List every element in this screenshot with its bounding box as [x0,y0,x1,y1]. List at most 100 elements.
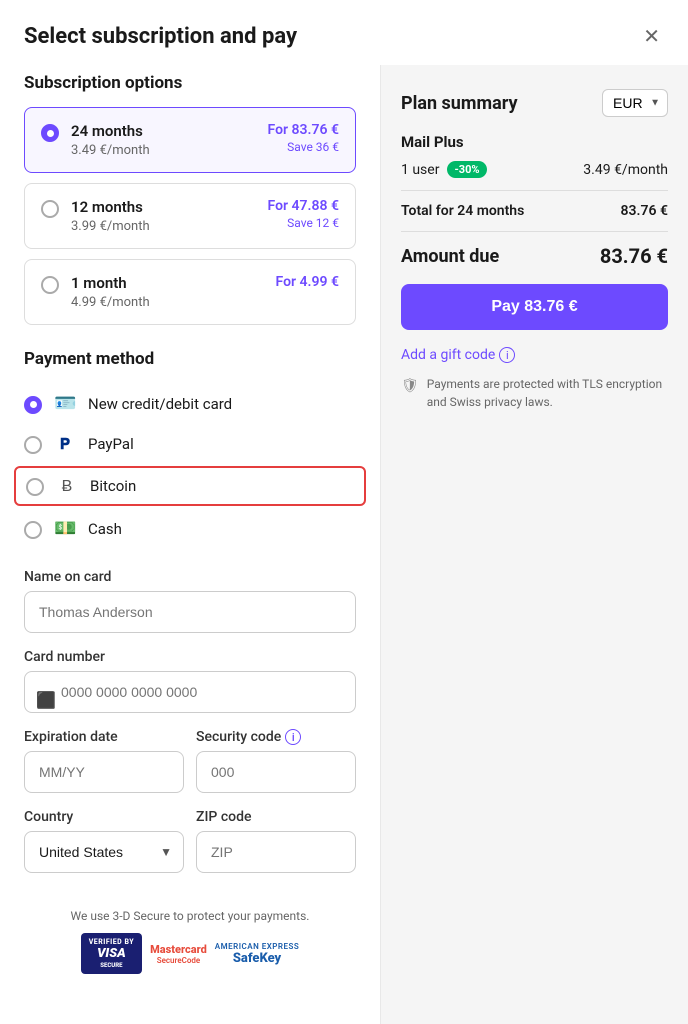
sub-left-1month: 1 month 4.99 €/month [71,274,150,310]
security-label: Security code i [196,729,356,745]
sub-total-1month: For 4.99 € [276,274,339,290]
user-count: 1 user [401,162,439,178]
plan-summary-header: Plan summary EUR USD GBP ▼ [401,89,668,117]
radio-1month [41,276,59,294]
gift-code-label: Add a gift code [401,347,495,363]
total-row: Total for 24 months 83.76 € [401,203,668,219]
gift-code-link[interactable]: Add a gift code i [401,347,515,363]
shield-icon: 🛡 [401,376,419,397]
country-field: Country United States Canada United King… [24,809,184,889]
payment-label-cash: Cash [88,520,122,538]
payment-option-paypal[interactable]: 𝐏 PayPal [24,424,356,464]
country-label: Country [24,809,184,825]
security-input[interactable] [196,751,356,793]
payment-section: Payment method 🪪 New credit/debit card 𝐏… [24,349,356,549]
security-note-text: Payments are protected with TLS encrypti… [427,375,668,411]
country-zip-row: Country United States Canada United King… [24,809,356,889]
user-plan-row: 1 user -30% 3.49 €/month [401,161,668,178]
sub-label-24months: 24 months [71,122,150,140]
gift-info-icon[interactable]: i [499,347,515,363]
subscription-section-title: Subscription options [24,73,356,93]
zip-field: ZIP code [196,809,356,889]
left-panel: Subscription options 24 months 3.49 €/mo… [0,65,380,1024]
card-logos: VERIFIED BY VISA SECURE Mastercard Secur… [24,933,356,974]
subscription-option-24months[interactable]: 24 months 3.49 €/month For 83.76 € Save … [24,107,356,173]
security-field: Security code i [196,729,356,809]
payment-option-bitcoin[interactable]: Ƀ Bitcoin [14,466,366,506]
sub-save-24months: Save 36 € [268,140,339,154]
payment-option-cash[interactable]: 💵 Cash [24,508,356,549]
amex-safekey: SafeKey [215,951,300,966]
plan-summary-title: Plan summary [401,93,518,114]
sub-price-12months: 3.99 €/month [71,219,150,234]
zip-label: ZIP code [196,809,356,825]
total-label: Total for 24 months [401,203,524,219]
sub-save-12months: Save 12 € [268,216,339,230]
sub-label-1month: 1 month [71,274,150,292]
payment-label-bitcoin: Bitcoin [90,477,136,495]
footer-security: We use 3-D Secure to protect your paymen… [24,909,356,974]
sub-option-content-12months: 12 months 3.99 €/month For 47.88 € Save … [71,198,339,234]
subscription-option-12months[interactable]: 12 months 3.99 €/month For 47.88 € Save … [24,183,356,249]
expiry-label: Expiration date [24,729,184,745]
expiry-field: Expiration date [24,729,184,809]
visa-logo: VERIFIED BY VISA SECURE [81,933,142,974]
sub-label-12months: 12 months [71,198,150,216]
subscription-option-1month[interactable]: 1 month 4.99 €/month For 4.99 € [24,259,356,325]
sub-price-24months: 3.49 €/month [71,143,150,158]
cash-icon: 💵 [54,518,76,539]
security-info-icon[interactable]: i [285,729,301,745]
radio-bitcoin [26,478,44,496]
modal-header: Select subscription and pay ✕ [0,0,688,65]
sub-right-1month: For 4.99 € [276,274,339,290]
amount-due-label: Amount due [401,246,499,267]
sub-option-content-1month: 1 month 4.99 €/month For 4.99 € [71,274,339,310]
sub-right-24months: For 83.76 € Save 36 € [268,122,339,154]
visa-secure-text: VERIFIED BY [89,938,134,946]
sub-left-24months: 24 months 3.49 €/month [71,122,150,158]
amex-logo: AMERICAN EXPRESS SafeKey [215,942,300,966]
radio-24months [41,124,59,142]
currency-wrapper: EUR USD GBP ▼ [602,89,668,117]
expiry-security-row: Expiration date Security code i [24,729,356,809]
user-plan-label: 1 user -30% [401,161,487,178]
paypal-icon: 𝐏 [54,435,76,453]
discount-badge: -30% [447,161,486,178]
sub-right-12months: For 47.88 € Save 12 € [268,198,339,230]
visa-wordmark: VISA [89,946,134,962]
radio-card [24,396,42,414]
close-button[interactable]: ✕ [639,20,664,53]
amount-due-value: 83.76 € [600,244,668,268]
mastercard-logo: Mastercard SecureCode [150,943,207,965]
card-input-wrapper: ⬛ [24,671,356,729]
sub-option-content-24months: 24 months 3.49 €/month For 83.76 € Save … [71,122,339,158]
name-input[interactable] [24,591,356,633]
mastercard-securecode: SecureCode [150,956,207,965]
expiry-input[interactable] [24,751,184,793]
sub-total-12months: For 47.88 € [268,198,339,214]
currency-select[interactable]: EUR USD GBP [602,89,668,117]
mastercard-text: Mastercard [150,943,207,956]
payment-option-card[interactable]: 🪪 New credit/debit card [24,383,356,424]
country-select[interactable]: United States Canada United Kingdom Germ… [24,831,184,873]
card-number-input[interactable] [24,671,356,713]
amount-due-row: Amount due 83.76 € [401,244,668,268]
modal-title: Select subscription and pay [24,24,297,49]
name-label: Name on card [24,569,356,585]
total-value: 83.76 € [621,203,668,219]
payment-section-title: Payment method [24,349,356,369]
radio-cash [24,521,42,539]
pay-button[interactable]: Pay 83.76 € [401,284,668,330]
modal-body: Subscription options 24 months 3.49 €/mo… [0,65,688,1024]
zip-input[interactable] [196,831,356,873]
card-number-icon: ⬛ [36,691,56,710]
bitcoin-icon: Ƀ [56,476,78,496]
gift-code-row: Add a gift code i [401,344,668,375]
radio-12months [41,200,59,218]
country-select-wrapper: United States Canada United Kingdom Germ… [24,831,184,873]
footer-security-text: We use 3-D Secure to protect your paymen… [24,909,356,923]
sub-price-1month: 4.99 €/month [71,295,150,310]
amount-divider [401,231,668,232]
security-note: 🛡 Payments are protected with TLS encryp… [401,375,668,411]
visa-secure-label: SECURE [89,962,134,969]
